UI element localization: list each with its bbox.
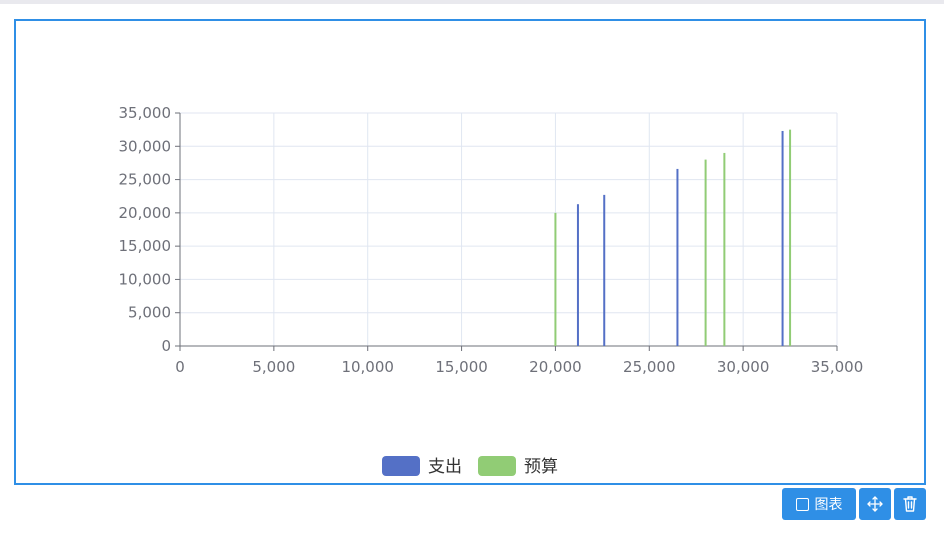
bar-budget[interactable]: [723, 152, 726, 346]
bars-layer: [554, 129, 792, 346]
x-tick-label: 25,000: [623, 358, 676, 376]
bar-expense[interactable]: [781, 130, 784, 346]
chart-type-label: 图表: [814, 497, 843, 513]
x-tick-label: 5,000: [252, 358, 295, 376]
y-tick-label: 5,000: [128, 304, 171, 322]
bar-budget[interactable]: [789, 129, 792, 346]
legend-item-budget[interactable]: 预算: [478, 456, 558, 477]
chart-svg: 0 5,000 10,000 15,000 20,000 25,000 30,000 35,0…: [119, 104, 864, 477]
bar-expense[interactable]: [676, 168, 679, 346]
x-tick-label: 15,000: [435, 358, 488, 376]
square-icon: [795, 497, 809, 511]
y-tick-label: 0: [161, 337, 171, 355]
y-tick-label: 15,000: [119, 237, 172, 255]
top-divider: [0, 0, 944, 4]
x-tick-label: 10,000: [341, 358, 394, 376]
y-tick-label: 35,000: [119, 104, 172, 122]
legend-label: 预算: [524, 457, 558, 477]
bar-budget[interactable]: [704, 159, 707, 346]
bar-expense[interactable]: [576, 204, 579, 346]
legend[interactable]: 支出 预算: [382, 456, 558, 477]
y-tick-label: 10,000: [119, 270, 172, 288]
x-tick-label: 30,000: [717, 358, 770, 376]
x-tick-label: 0: [175, 358, 185, 376]
legend-item-expense[interactable]: 支出: [382, 456, 462, 477]
y-tick-label: 30,000: [119, 137, 172, 155]
legend-swatch: [478, 456, 516, 476]
legend-swatch: [382, 456, 420, 476]
chart-toolbar: 图表: [782, 488, 926, 520]
y-tick-label: 25,000: [119, 171, 172, 189]
x-tick-label: 20,000: [529, 358, 582, 376]
chart-type-button[interactable]: 图表: [782, 488, 856, 520]
trash-icon: [903, 496, 917, 512]
y-tick-label: 20,000: [119, 204, 172, 222]
bar-expense[interactable]: [603, 194, 606, 346]
legend-label: 支出: [428, 457, 462, 477]
move-arrows-icon: [867, 496, 883, 512]
x-tick-label: 35,000: [811, 358, 864, 376]
grid-layer: [180, 112, 838, 346]
axis-layer: 0 5,000 10,000 15,000 20,000 25,000 30,000 35,0…: [119, 104, 864, 376]
chart-container[interactable]: 0 5,000 10,000 15,000 20,000 25,000 30,000 35,0…: [14, 19, 926, 485]
move-button[interactable]: [859, 488, 891, 520]
delete-button[interactable]: [894, 488, 926, 520]
bar-budget[interactable]: [554, 212, 557, 346]
